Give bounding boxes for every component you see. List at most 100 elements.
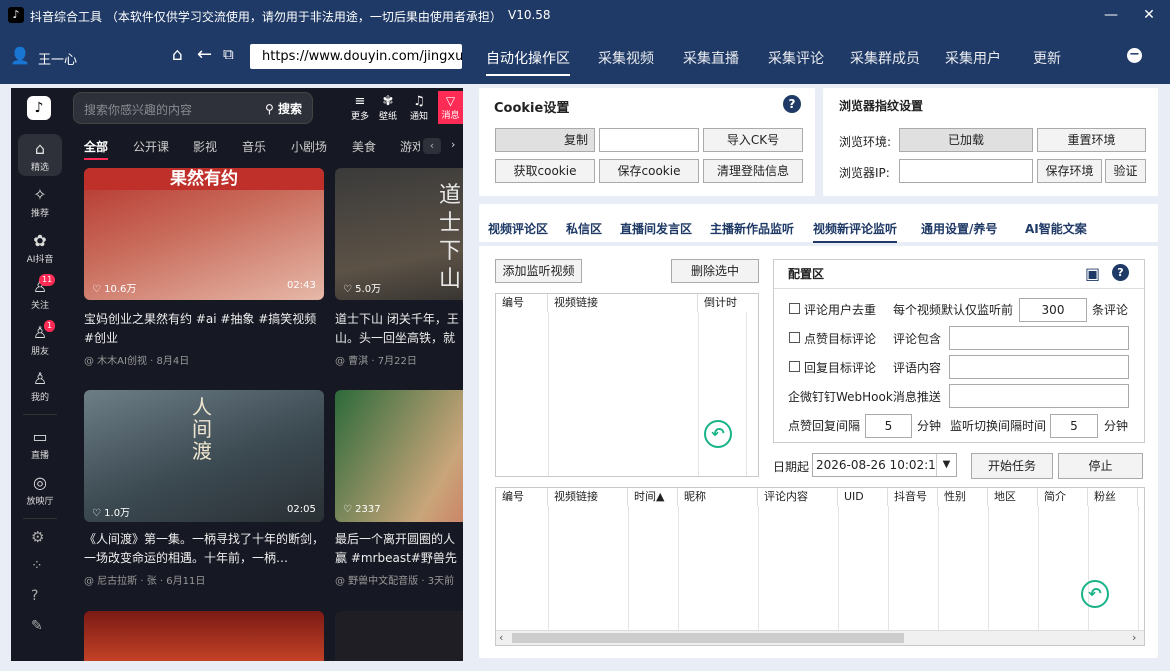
cookie-input[interactable] [599,128,699,152]
video-author[interactable]: @ 木木AI创视 [84,356,147,367]
scrollbar-thumb[interactable] [512,633,904,643]
dedupe-checkbox[interactable] [789,303,800,314]
home-icon[interactable]: ⌂ [172,45,183,65]
subtab-private-message[interactable]: 私信区 [566,220,602,237]
results-table[interactable]: 编号 视频链接 时间▲ 昵称 评论内容 UID 抖音号 性别 地区 简介 粉丝 … [495,487,1145,646]
sidebar-item-live[interactable]: ▭ 直播 [11,428,69,462]
notify-button[interactable]: ♫ 通知 [408,94,430,122]
comment-contains-input[interactable] [949,326,1129,350]
arrow-left-icon[interactable]: ← [197,44,212,65]
douyin-webview[interactable]: ♪ ⌂ 精选 ✧ 推荐 ✿ AI抖音 ♙ 关注 11 ♙ 朋友 1 ♙ 我的 ▭ 直播 ◎ 放映… [11,88,463,661]
video-card-thumbnail[interactable] [335,611,463,661]
stop-button[interactable]: 停止 [1058,453,1143,479]
video-title[interactable]: 《人间渡》第一集。一柄寻找了十年的断剑，一场改变命运的相遇。十年前，一柄… [84,530,324,568]
search-input[interactable]: 搜索你感兴趣的内容 [84,101,192,118]
feedback-icon[interactable]: ✎ [31,618,43,634]
sidebar-item-theater[interactable]: ◎ 放映厅 [11,474,69,508]
tab-collect-group[interactable]: 采集群成员 [850,48,920,68]
video-author[interactable]: @ 尼古拉斯 · 张 [84,576,157,587]
topic-drama[interactable]: 小剧场 [291,138,327,155]
get-cookie-button[interactable]: 获取cookie [495,159,595,183]
tab-automation[interactable]: 自动化操作区 [486,48,570,76]
tab-collect-comment[interactable]: 采集评论 [768,48,824,68]
switch-interval-input[interactable]: 5 [1050,414,1098,438]
settings-icon[interactable]: ⚙ [31,528,44,546]
browser-ip-input[interactable] [899,159,1033,183]
undo-circle-icon[interactable]: ↶ [704,420,732,448]
topic-course[interactable]: 公开课 [133,138,169,155]
like-target-checkbox[interactable] [789,332,800,343]
search-button[interactable]: ⚲ 搜索 [256,98,311,120]
sidebar-item-follow[interactable]: ♙ 关注 11 [11,274,69,311]
video-card-thumbnail[interactable]: 果然有约 ♡ 10.6万 02:43 [84,168,324,300]
per-video-count-input[interactable]: 300 [1019,298,1087,322]
column-header[interactable]: 视频链接 [548,294,698,312]
chevron-left-icon[interactable]: ‹ [423,138,441,154]
minus-circle-icon[interactable]: − [1127,48,1142,63]
floppy-disk-icon[interactable]: ▣ [1085,264,1100,283]
column-header[interactable]: 地区 [988,488,1038,506]
subtab-anchor-monitor[interactable]: 主播新作品监听 [710,220,794,237]
scroll-left-arrow[interactable]: ‹ [499,631,503,645]
subtab-new-comment-monitor[interactable]: 视频新评论监听 [813,220,898,243]
start-task-button[interactable]: 开始任务 [971,453,1053,479]
reset-env-button[interactable]: 重置环境 [1037,128,1146,152]
help-icon[interactable]: ? [31,588,38,604]
reply-content-input[interactable] [949,355,1129,379]
topic-all[interactable]: 全部 [84,138,109,160]
help-circle-icon[interactable]: ? [783,95,801,113]
scroll-right-arrow[interactable]: › [1132,631,1136,645]
topic-film[interactable]: 影视 [193,138,217,155]
topic-game[interactable]: 游戏 [400,138,420,155]
sidebar-item-mine[interactable]: ♙ 我的 [11,370,69,404]
tab-collect-user[interactable]: 采集用户 [945,48,1001,68]
apps-icon[interactable]: ⁘ [31,558,43,574]
clear-login-button[interactable]: 清理登陆信息 [703,159,803,183]
column-header[interactable]: 倒计时 [698,294,758,312]
message-button[interactable]: ▽ 消息 [438,91,463,124]
help-circle-icon[interactable]: ? [1112,264,1129,281]
column-header[interactable]: 视频链接 [548,488,628,506]
column-header[interactable]: 昵称 [678,488,758,506]
topic-music[interactable]: 音乐 [242,138,266,155]
save-cookie-button[interactable]: 保存cookie [599,159,699,183]
video-author[interactable]: @ 曹淇 [335,356,368,367]
verify-button[interactable]: 验证 [1105,159,1146,183]
video-card-thumbnail[interactable]: 道士下山 ♡ 5.0万 [335,168,463,300]
video-title[interactable]: 宝妈创业之果然有约 #ai #抽象 #搞笑视频 #创业 [84,310,324,348]
more-button[interactable]: ≡ 更多 [349,94,371,122]
column-header[interactable]: 粉丝 [1088,488,1138,506]
video-card-thumbnail[interactable]: 人间渡 ♡ 1.0万 02:05 [84,390,324,522]
video-title[interactable]: 最后一个离开圆圈的人赢 #mrbeast#野兽先生#挑 [335,530,463,568]
douyin-search-box[interactable]: 搜索你感兴趣的内容 ⚲ 搜索 [73,92,313,124]
undo-circle-icon[interactable]: ↶ [1081,580,1109,608]
douyin-logo-icon[interactable]: ♪ [27,96,51,120]
delete-selected-button[interactable]: 删除选中 [671,259,759,283]
webhook-input[interactable] [949,384,1129,408]
copy-cookie-button[interactable]: 复制 [495,128,595,152]
like-interval-input[interactable]: 5 [865,414,912,438]
close-icon[interactable]: ✕ [1138,4,1160,26]
subtab-live-chat[interactable]: 直播间发言区 [620,220,692,237]
column-header[interactable]: 评论内容 [758,488,838,506]
copy-icon[interactable]: ⧉ [223,45,234,63]
column-header[interactable]: 性别 [938,488,988,506]
chevron-right-icon[interactable]: › [451,138,455,151]
video-card-thumbnail[interactable] [84,611,324,661]
add-monitor-video-button[interactable]: 添加监听视频 [495,259,582,283]
tab-collect-live[interactable]: 采集直播 [683,48,739,68]
subtab-general-settings[interactable]: 通用设置/养号 [921,220,997,237]
sidebar-item-friends[interactable]: ♙ 朋友 1 [11,320,69,357]
import-ck-button[interactable]: 导入CK号 [703,128,803,152]
horizontal-scrollbar[interactable]: ‹ › [496,630,1144,645]
video-card-thumbnail[interactable]: ♡ 2337 [335,390,463,522]
save-env-button[interactable]: 保存环境 [1037,159,1102,183]
tab-update[interactable]: 更新 [1033,48,1061,68]
reply-target-checkbox[interactable] [789,361,800,372]
subtab-video-comment[interactable]: 视频评论区 [488,220,548,237]
sidebar-item-recommend[interactable]: ✧ 推荐 [11,186,69,220]
column-header[interactable]: UID [838,488,888,506]
url-input[interactable]: https://www.douyin.com/jingxuan [250,44,462,69]
wallpaper-button[interactable]: ✾ 壁纸 [377,94,399,122]
chevron-down-icon[interactable]: ▼ [936,454,956,476]
